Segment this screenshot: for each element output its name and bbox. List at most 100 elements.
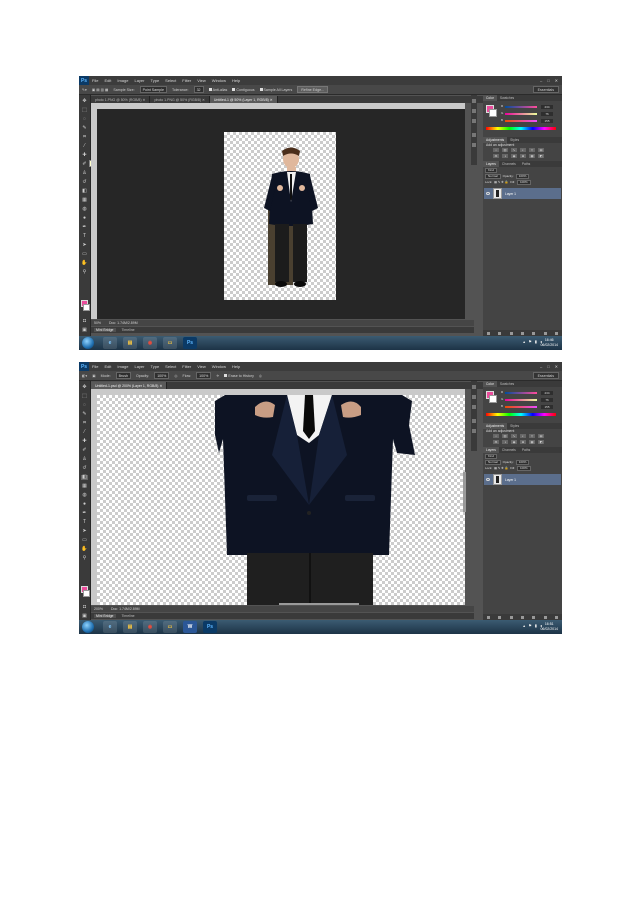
tolerance-input[interactable]: 32 [193,86,204,93]
menu-file[interactable]: File [89,364,101,369]
zoom-tool-icon[interactable]: ⚲ [81,270,88,275]
hand-tool-icon[interactable]: ✋ [81,547,88,552]
levels-icon[interactable]: ▥ [502,148,508,152]
red-slider[interactable] [505,392,537,394]
tab-photo-1[interactable]: photo 1.PNG @ 50% (RGB/8) ✕ [91,96,151,103]
fill-input[interactable]: 100% [516,465,531,471]
layer-row[interactable]: Layer 1 [484,474,561,485]
color-balance-icon[interactable]: ⚖ [493,154,499,158]
history-panel-icon[interactable] [472,99,476,103]
crop-tool-icon[interactable]: ⌗ [81,421,88,426]
properties-panel-icon[interactable] [472,395,476,399]
screen-mode-icon[interactable]: ▣ [81,614,88,619]
kind-select[interactable]: Kind [485,453,498,459]
color-balance-icon[interactable]: ⚖ [493,440,499,444]
photoshop-icon[interactable]: Ps [183,337,197,349]
clone-stamp-icon[interactable]: ♙ [81,457,88,462]
tab-paths[interactable]: Paths [519,447,533,453]
new-layer-icon[interactable] [543,331,547,335]
opacity-input[interactable]: 100% [515,173,530,179]
start-orb[interactable] [82,337,94,349]
lock-icons[interactable]: ▦ ✎ ✥ 🔒 [494,180,508,184]
menu-edit[interactable]: Edit [101,364,114,369]
workspace-select[interactable]: Essentials [532,86,559,93]
background-color-swatch[interactable] [489,109,497,117]
paragraph-panel-icon[interactable] [472,143,476,147]
sample-all-checkbox[interactable]: Sample All Layers [259,88,292,92]
tab-photo-2[interactable]: photo 1.PNG @ 50% (RGB/8) ✕ [150,96,210,103]
photo-filter-icon[interactable]: ◉ [511,154,517,158]
layer-style-icon[interactable] [498,331,502,335]
explorer-icon[interactable]: ▤ [123,621,137,633]
menu-edit[interactable]: Edit [101,78,114,83]
dodge-tool-icon[interactable]: ● [81,216,88,221]
eyedropper-tool-icon[interactable]: ⁄ [81,430,88,435]
word-icon[interactable]: W [183,621,197,633]
color-spectrum[interactable] [486,127,556,130]
kind-select[interactable]: Kind [485,167,498,173]
flow-input[interactable]: 100% [196,372,212,379]
start-orb[interactable] [82,621,94,633]
invert-icon[interactable]: ◩ [538,440,544,444]
zoom-tool-icon[interactable]: ⚲ [81,556,88,561]
maximize-icon[interactable]: □ [547,78,549,83]
blend-mode-select[interactable]: Normal [485,459,501,465]
zoom-level[interactable]: 200% [94,607,103,611]
green-value[interactable]: 76 [541,398,553,402]
path-selection-icon[interactable]: ➤ [81,243,88,248]
vibrance-icon[interactable]: ▽ [529,148,535,152]
gradient-tool-icon[interactable]: ▦ [81,198,88,203]
pressure-size-icon[interactable]: ◎ [259,374,262,378]
brush-tool-icon[interactable]: ✐ [81,448,88,453]
contiguous-checkbox[interactable]: Contiguous [232,88,255,92]
lasso-tool-icon[interactable]: ◌ [81,117,88,122]
flag-icon[interactable]: ⚑ [528,623,532,628]
delete-layer-icon[interactable] [554,615,558,619]
eraser-preset-icon[interactable]: ◧▾ [82,374,87,378]
network-icon[interactable]: ▮ [535,339,537,344]
workspace-select[interactable]: Essentials [532,372,559,379]
menu-help[interactable]: Help [229,78,243,83]
paragraph-panel-icon[interactable] [472,429,476,433]
pressure-opacity-icon[interactable]: ◎ [174,374,177,378]
clone-stamp-icon[interactable]: ♙ [81,171,88,176]
tray-arrow-icon[interactable]: ▴ [523,623,525,628]
quick-selection-tool-icon[interactable]: ✎ [81,412,88,417]
channel-mixer-icon[interactable]: ⊕ [520,440,526,444]
delete-layer-icon[interactable] [554,331,558,335]
vibrance-icon[interactable]: ▽ [529,434,535,438]
mode-select[interactable]: Brush [115,372,131,379]
folder-icon[interactable]: ▭ [163,621,177,633]
green-slider[interactable] [505,113,537,115]
sample-size-select[interactable]: Point Sample [139,86,167,93]
lock-icons[interactable]: ▦ ✎ ✥ 🔒 [494,466,508,470]
menu-filter[interactable]: Filter [179,78,194,83]
menu-file[interactable]: File [89,78,101,83]
tab-timeline[interactable]: Timeline [122,614,135,618]
visibility-eye-icon[interactable] [486,192,490,195]
color-spectrum[interactable] [486,413,556,416]
menu-window[interactable]: Window [209,78,229,83]
exposure-icon[interactable]: ◐ [520,148,526,152]
black-white-icon[interactable]: ◑ [502,154,508,158]
close-icon[interactable]: ✕ [555,364,558,369]
ie-icon[interactable]: e [103,621,117,633]
tab-layers[interactable]: Layers [483,161,499,167]
exposure-icon[interactable]: ◐ [520,434,526,438]
adjustment-layer-icon[interactable] [520,615,524,619]
blur-tool-icon[interactable]: ◍ [81,207,88,212]
photo-filter-icon[interactable]: ◉ [511,440,517,444]
pen-tool-icon[interactable]: ✒ [81,225,88,230]
brightness-icon[interactable]: ☼ [493,434,499,438]
history-brush-icon[interactable]: ↺ [81,466,88,471]
erase-history-checkbox[interactable]: Erase to History [224,374,254,378]
color-lookup-icon[interactable]: ▦ [529,440,535,444]
levels-icon[interactable]: ▥ [502,434,508,438]
layer-mask-icon[interactable] [509,615,513,619]
brush-tool-icon[interactable]: ✐ [81,162,88,167]
brush-panel-icon[interactable]: ▣ [92,374,95,378]
brightness-icon[interactable]: ☼ [493,148,499,152]
background-color-swatch[interactable] [489,395,497,403]
layer-style-icon[interactable] [498,615,502,619]
green-slider[interactable] [505,399,537,401]
